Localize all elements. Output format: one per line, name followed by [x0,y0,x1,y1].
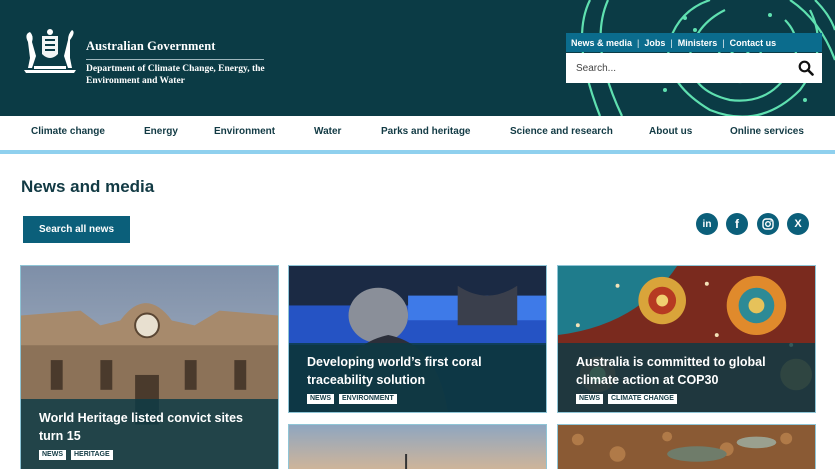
government-title: Australian Government [86,39,216,53]
main-navigation: Climate change Energy Environment Water … [0,116,835,150]
news-card-cop30[interactable]: Australia is committed to global climate… [557,265,816,413]
nav-item-water[interactable]: Water [314,126,341,137]
tag-environment[interactable]: ENVIRONMENT [339,394,397,404]
card-caption: World Heritage listed convict sites turn… [21,399,278,469]
nav-item-energy[interactable]: Energy [144,126,178,137]
card-caption: Australia is committed to global climate… [558,343,815,412]
coat-of-arms-logo [24,29,76,73]
card-title: Australia is committed to global climate… [576,355,766,387]
page: Australian Government Department of Clim… [0,0,835,469]
card-caption: Developing world’s first coral traceabil… [289,343,546,412]
card-tags: NEWS HERITAGE [39,450,260,460]
utility-link-jobs[interactable]: Jobs [644,38,665,48]
tag-news[interactable]: NEWS [307,394,334,404]
brand-divider [86,59,264,60]
search-icon[interactable] [798,60,814,76]
tag-heritage[interactable]: HERITAGE [71,450,113,460]
news-card-soil[interactable] [557,424,816,469]
utility-link-news-media[interactable]: News & media [571,38,632,48]
search-input[interactable] [576,62,791,74]
card-title: World Heritage listed convict sites turn… [39,411,243,443]
instagram-icon[interactable] [757,213,779,235]
utility-separator: | [637,37,640,48]
tag-news[interactable]: NEWS [39,450,66,460]
nav-item-online-services[interactable]: Online services [730,126,804,137]
department-name: Department of Climate Change, Energy, th… [86,64,265,86]
nav-item-parks-and-heritage[interactable]: Parks and heritage [381,126,470,137]
utility-link-ministers[interactable]: Ministers [678,38,718,48]
card-image-soil [558,425,815,469]
x-icon[interactable]: X [787,213,809,235]
search-box [566,53,822,83]
tag-climate-change[interactable]: CLIMATE CHANGE [608,394,677,404]
utility-links-bar: News & media | Jobs | Ministers | Contac… [566,33,822,52]
nav-item-about-us[interactable]: About us [649,126,692,137]
facebook-icon[interactable]: f [726,213,748,235]
utility-separator: | [670,37,673,48]
card-tags: NEWS CLIMATE CHANGE [576,394,797,404]
news-card-sunset[interactable] [288,424,547,469]
nav-item-environment[interactable]: Environment [214,126,275,137]
news-card-convict-sites[interactable]: World Heritage listed convict sites turn… [20,265,279,469]
nav-item-climate-change[interactable]: Climate change [31,126,105,137]
news-card-coral-traceability[interactable]: Developing world’s first coral traceabil… [288,265,547,413]
card-tags: NEWS ENVIRONMENT [307,394,528,404]
government-brand[interactable]: Australian Government Department of Clim… [20,28,271,87]
card-title: Developing world’s first coral traceabil… [307,355,482,387]
utility-link-contact-us[interactable]: Contact us [730,38,777,48]
search-all-news-button[interactable]: Search all news [23,216,130,243]
nav-underline-bar [0,150,835,154]
tag-news[interactable]: NEWS [576,394,603,404]
site-header: Australian Government Department of Clim… [0,0,835,116]
card-image-sunset-landscape [289,425,546,469]
linkedin-icon[interactable]: in [696,213,718,235]
nav-item-science-and-research[interactable]: Science and research [510,126,613,137]
page-title: News and media [21,177,155,196]
utility-separator: | [722,37,725,48]
